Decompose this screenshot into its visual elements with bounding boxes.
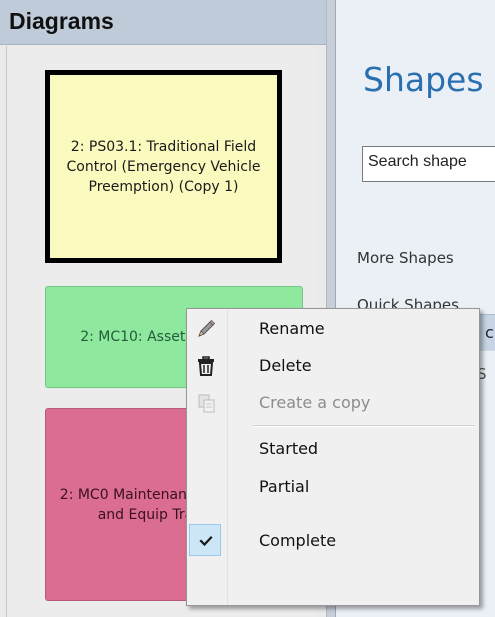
search-shapes-input[interactable]: Search shape — [362, 146, 495, 182]
menu-item-rename[interactable]: Rename — [188, 311, 478, 347]
menu-item-label: Partial — [259, 477, 310, 496]
shapes-panel-title: Shapes — [363, 60, 484, 99]
menu-item-started[interactable]: Started — [188, 431, 478, 467]
menu-item-label: Rename — [259, 319, 325, 338]
diagram-thumbnail-selected[interactable]: 2: PS03.1: Traditional Field Control (Em… — [45, 70, 282, 263]
more-shapes-link[interactable]: More Shapes — [357, 249, 454, 267]
menu-item-label: Create a copy — [259, 393, 371, 412]
menu-item-delete[interactable]: Delete — [188, 348, 478, 384]
menu-item-label: Complete — [259, 531, 337, 550]
menu-item-create-copy[interactable]: Create a copy — [188, 385, 478, 421]
trash-icon — [194, 354, 218, 378]
diagram-thumbnail-label: 2: PS03.1: Traditional Field Control (Em… — [66, 138, 261, 195]
menu-separator — [253, 425, 475, 427]
stencil-header-label: c — [485, 323, 494, 342]
pencil-icon — [194, 317, 218, 341]
diagrams-panel-title: Diagrams — [9, 8, 114, 34]
menu-item-label: Started — [259, 439, 319, 458]
menu-item-partial[interactable]: Partial — [188, 469, 478, 505]
copy-icon — [194, 391, 218, 415]
diagrams-panel-header: Diagrams — [0, 0, 326, 45]
menu-item-label: Delete — [259, 356, 312, 375]
context-menu: Rename Delete Create a copy Started Part… — [186, 308, 480, 606]
checkmark-icon — [194, 529, 218, 553]
menu-item-complete[interactable]: Complete — [188, 523, 478, 559]
